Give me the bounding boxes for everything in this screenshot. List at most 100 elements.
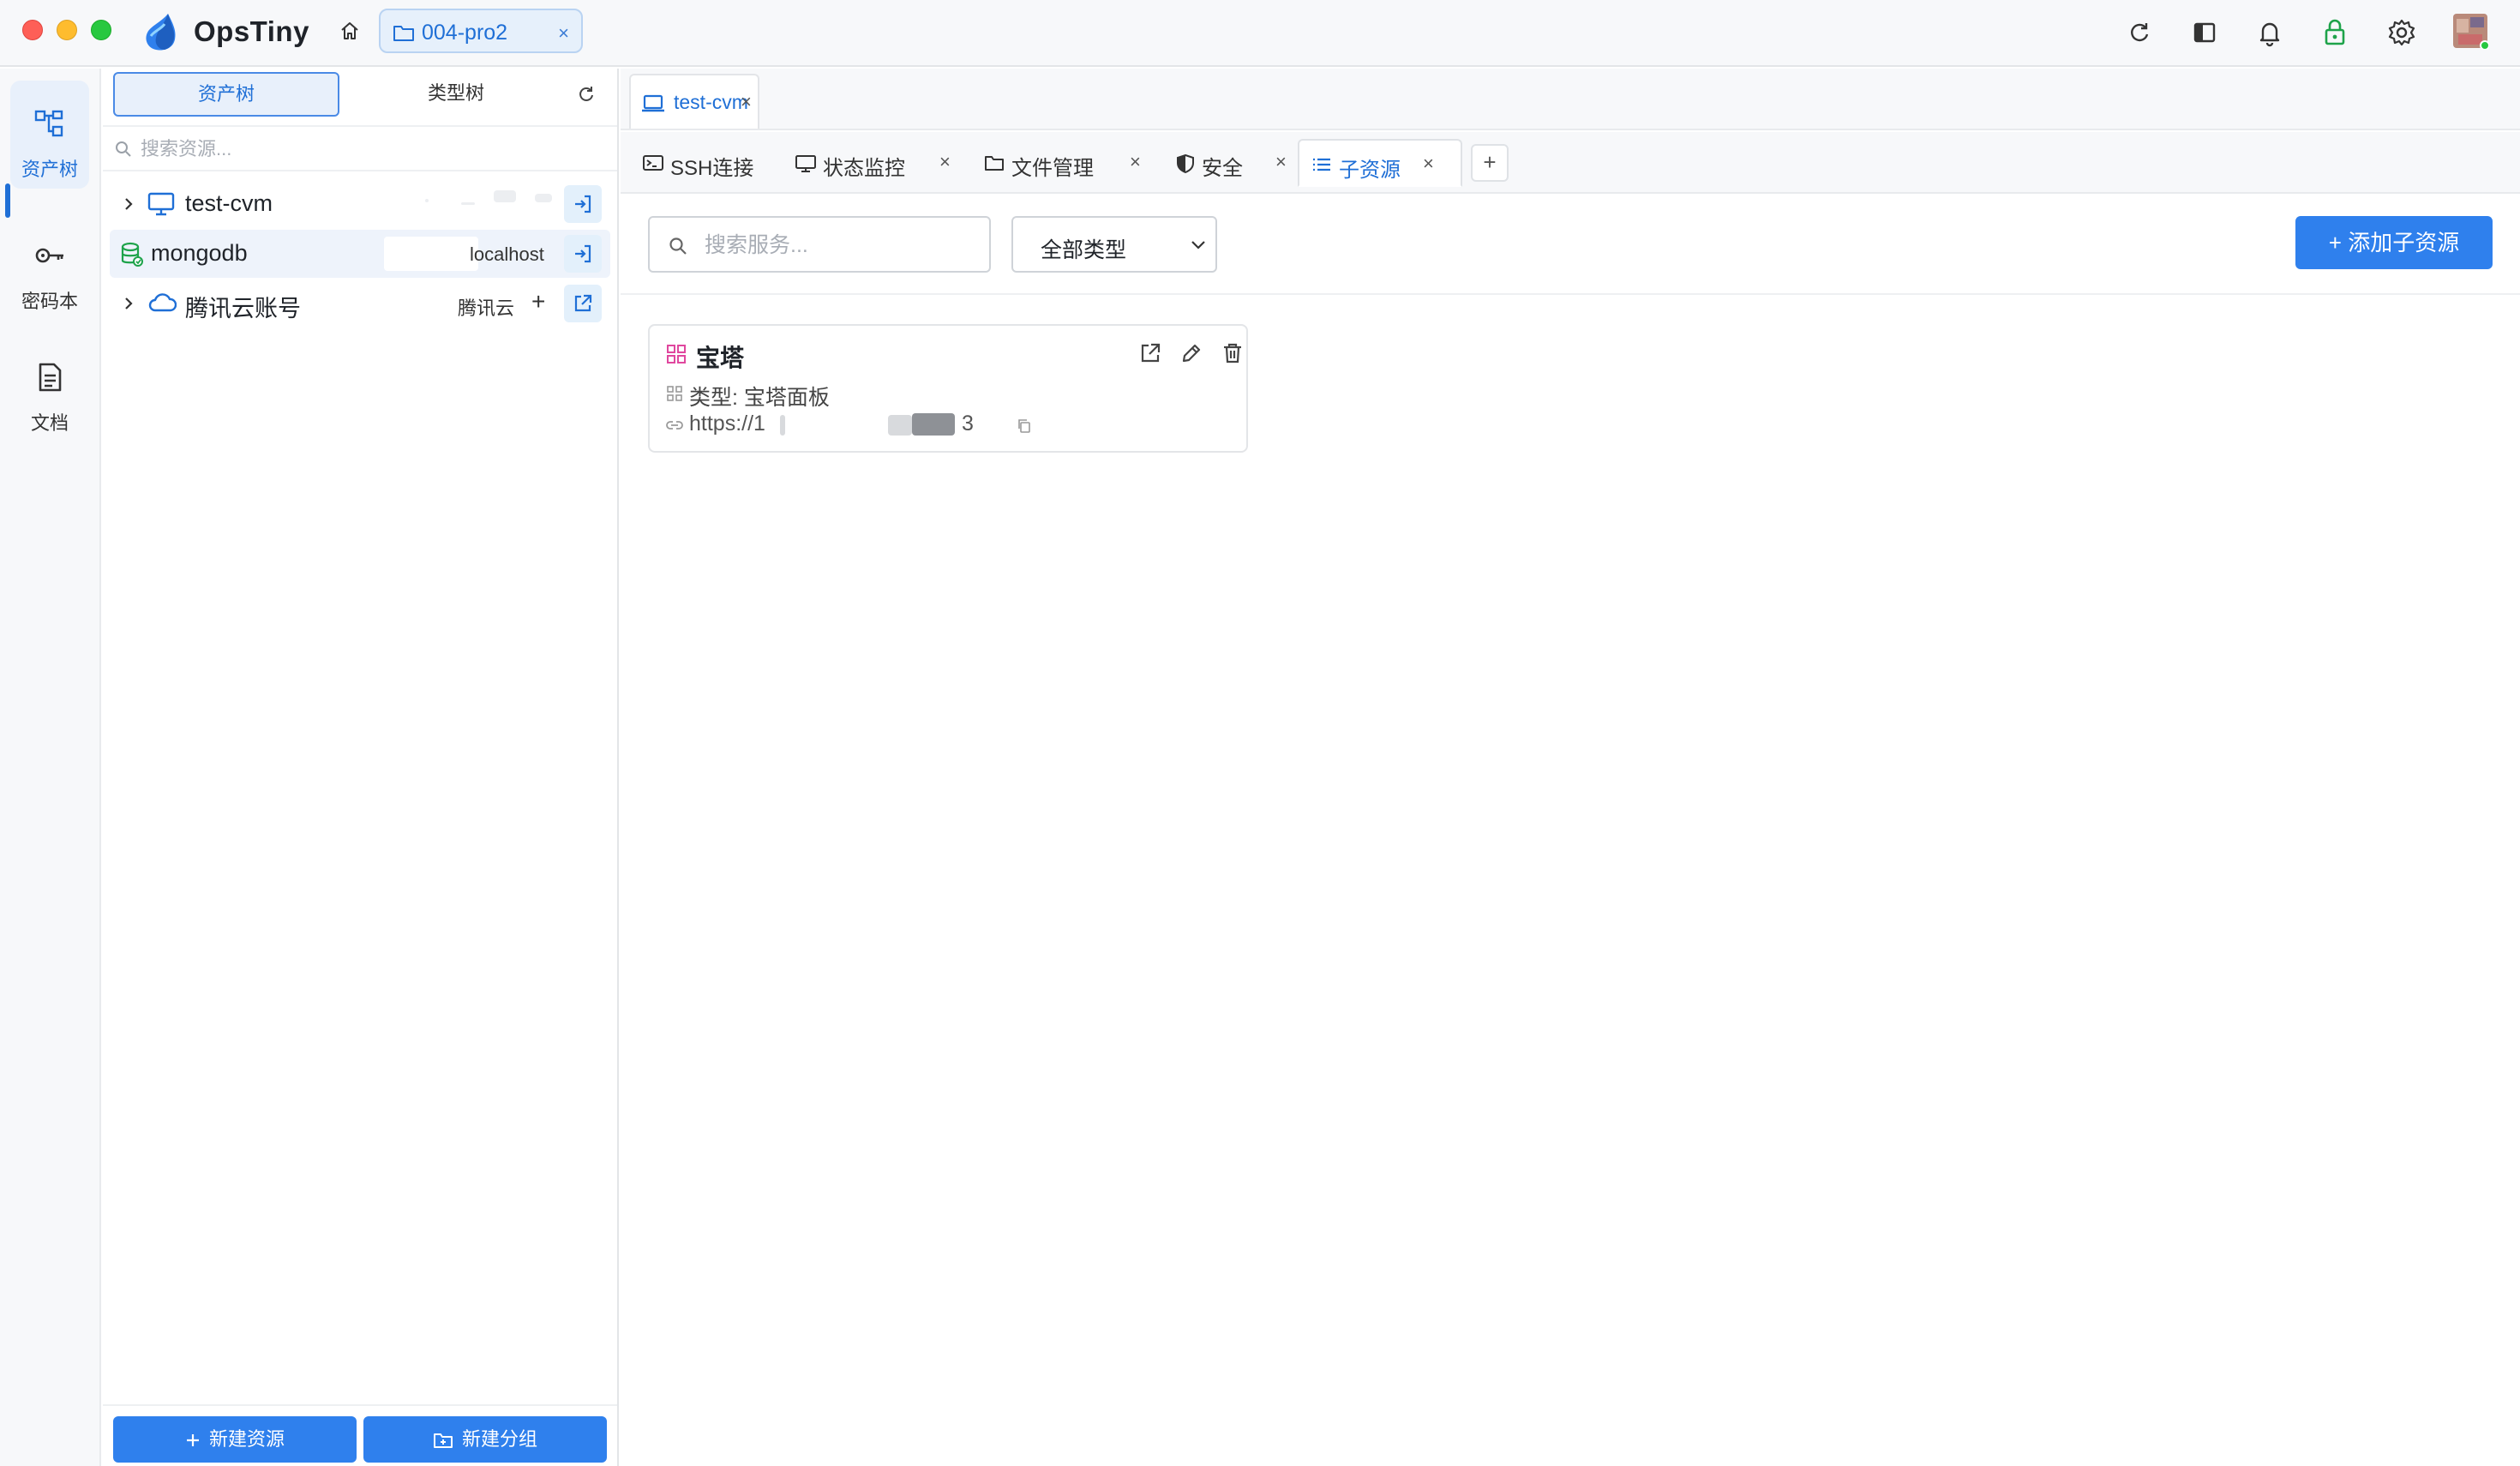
workspace-tab-label: 004-pro2: [422, 21, 508, 45]
delete-trash-icon[interactable]: [1221, 341, 1245, 365]
service-search-box: [648, 216, 991, 273]
redacted-host: [461, 202, 475, 205]
rail-item-asset-tree[interactable]: 资产树: [10, 81, 89, 189]
connection-tab-label: test-cvm: [674, 91, 748, 113]
chevron-right-icon[interactable]: [120, 295, 137, 312]
monitor-icon: [147, 192, 175, 216]
document-icon: [33, 360, 67, 394]
maximize-window-button[interactable]: [91, 20, 111, 40]
tree-search-bar: [103, 125, 617, 171]
laptop-icon: [641, 94, 665, 113]
rail-item-documents[interactable]: 文档: [10, 334, 89, 442]
navigation-rail: 资产树 密码本 文档: [0, 69, 101, 1466]
connection-tab-test-cvm[interactable]: test-cvm ×: [629, 74, 759, 129]
tool-tab-bar: SSH连接 状态监控 × 文件管理 × 安全 × 子资源 ×: [621, 132, 2520, 194]
rail-item-password-book[interactable]: 密码本: [10, 213, 89, 321]
close-window-button[interactable]: [22, 20, 43, 40]
tab-close-icon[interactable]: ×: [1130, 151, 1141, 173]
add-child-button[interactable]: +: [531, 288, 545, 315]
lock-icon[interactable]: [2319, 17, 2350, 48]
service-url-end: 3: [962, 412, 974, 436]
redacted-host: [384, 237, 478, 271]
tab-ssh[interactable]: SSH连接: [631, 139, 771, 187]
open-external-button[interactable]: [564, 285, 602, 322]
tab-label: 安全: [1202, 157, 1243, 180]
terminal-icon: [643, 154, 663, 171]
redacted-url: [888, 415, 912, 436]
folder-icon: [393, 23, 415, 42]
open-external-icon[interactable]: [1138, 341, 1162, 365]
login-icon: [575, 195, 591, 213]
minimize-window-button[interactable]: [57, 20, 77, 40]
rail-item-label: 密码本: [21, 291, 78, 312]
key-icon: [33, 238, 67, 273]
tree-row-name: mongodb: [151, 240, 248, 266]
rail-active-indicator: [5, 183, 10, 218]
tab-type-tree[interactable]: 类型树: [343, 72, 569, 117]
tab-label: 文件管理: [1011, 157, 1094, 180]
type-filter-select[interactable]: 全部类型: [1011, 216, 1217, 273]
tab-close-icon[interactable]: ×: [1275, 151, 1287, 173]
link-icon: [665, 418, 684, 432]
connection-tab-close-icon[interactable]: ×: [741, 91, 752, 113]
connect-button[interactable]: [564, 235, 602, 273]
workspace-tab-close-icon[interactable]: ×: [558, 22, 569, 45]
external-link-icon: [574, 294, 592, 312]
tree-row-mongodb[interactable]: mongodb localhost: [110, 230, 610, 278]
new-group-label: 新建分组: [461, 1428, 537, 1450]
search-icon: [669, 237, 687, 255]
list-icon: [1311, 156, 1332, 173]
add-sub-resource-button[interactable]: + 添加子资源: [2295, 216, 2493, 269]
type-filter-value: 全部类型: [1041, 238, 1127, 262]
refresh-icon[interactable]: [2124, 17, 2155, 48]
user-avatar[interactable]: [2453, 14, 2489, 50]
rail-item-label: 资产树: [21, 159, 78, 180]
redacted-host: [535, 194, 552, 202]
service-url[interactable]: https://1: [689, 412, 765, 436]
add-tab-button[interactable]: +: [1471, 144, 1509, 182]
redacted-host: [425, 199, 429, 202]
tab-close-icon[interactable]: ×: [939, 151, 951, 173]
tree-refresh-icon[interactable]: [576, 84, 597, 105]
app-title: OpsTiny: [194, 15, 309, 47]
new-group-button[interactable]: 新建分组: [363, 1416, 607, 1463]
home-button[interactable]: [331, 12, 369, 50]
tab-sub-resources[interactable]: 子资源 ×: [1298, 139, 1462, 187]
type-grid-icon: [667, 386, 682, 401]
asset-tree-panel: 资产树 类型树 test-cvm mongodb localhost: [103, 69, 619, 1466]
service-name: 宝塔: [696, 345, 745, 371]
service-search-input[interactable]: [705, 230, 979, 261]
monitor-icon: [795, 154, 816, 173]
title-bar: OpsTiny 004-pro2 ×: [0, 0, 2520, 67]
edit-pencil-icon[interactable]: [1179, 341, 1203, 365]
redacted-url: [780, 415, 785, 436]
folder-icon: [984, 154, 1005, 171]
new-resource-button[interactable]: 新建资源: [113, 1416, 357, 1463]
cloud-icon: [147, 291, 177, 314]
chevron-right-icon[interactable]: [120, 195, 137, 213]
main-content: test-cvm × SSH连接 状态监控 × 文件管理 × 安全 × 子资源 …: [621, 69, 2520, 1466]
tab-label: 子资源: [1339, 159, 1401, 182]
connect-button[interactable]: [564, 185, 602, 223]
panel-grid-icon: [667, 345, 686, 363]
sidebar-toggle-icon[interactable]: [2189, 17, 2220, 48]
tab-status-monitor[interactable]: 状态监控 ×: [783, 139, 965, 187]
copy-icon[interactable]: [1017, 418, 1032, 434]
service-card[interactable]: 宝塔 类型: 宝塔面板 https://1 3: [648, 324, 1248, 453]
redacted-url: [912, 413, 955, 436]
tab-close-icon[interactable]: ×: [1423, 153, 1434, 175]
tree-row-test-cvm[interactable]: test-cvm: [110, 180, 610, 228]
notification-bell-icon[interactable]: [2254, 17, 2285, 48]
tree-footer: 新建资源 新建分组: [103, 1404, 617, 1466]
tab-asset-tree[interactable]: 资产树: [113, 72, 339, 117]
tree-row-host: localhost: [470, 243, 544, 265]
folder-plus-icon: [433, 1432, 453, 1449]
search-icon: [115, 141, 132, 158]
tab-security[interactable]: 安全 ×: [1164, 139, 1301, 187]
settings-gear-icon[interactable]: [2386, 17, 2417, 48]
tree-search-input[interactable]: [141, 134, 586, 165]
tab-file-manager[interactable]: 文件管理 ×: [972, 139, 1155, 187]
home-icon: [341, 22, 358, 39]
workspace-tab[interactable]: 004-pro2 ×: [379, 9, 583, 53]
tree-row-tencent-cloud[interactable]: 腾讯云账号 腾讯云 +: [110, 279, 610, 327]
